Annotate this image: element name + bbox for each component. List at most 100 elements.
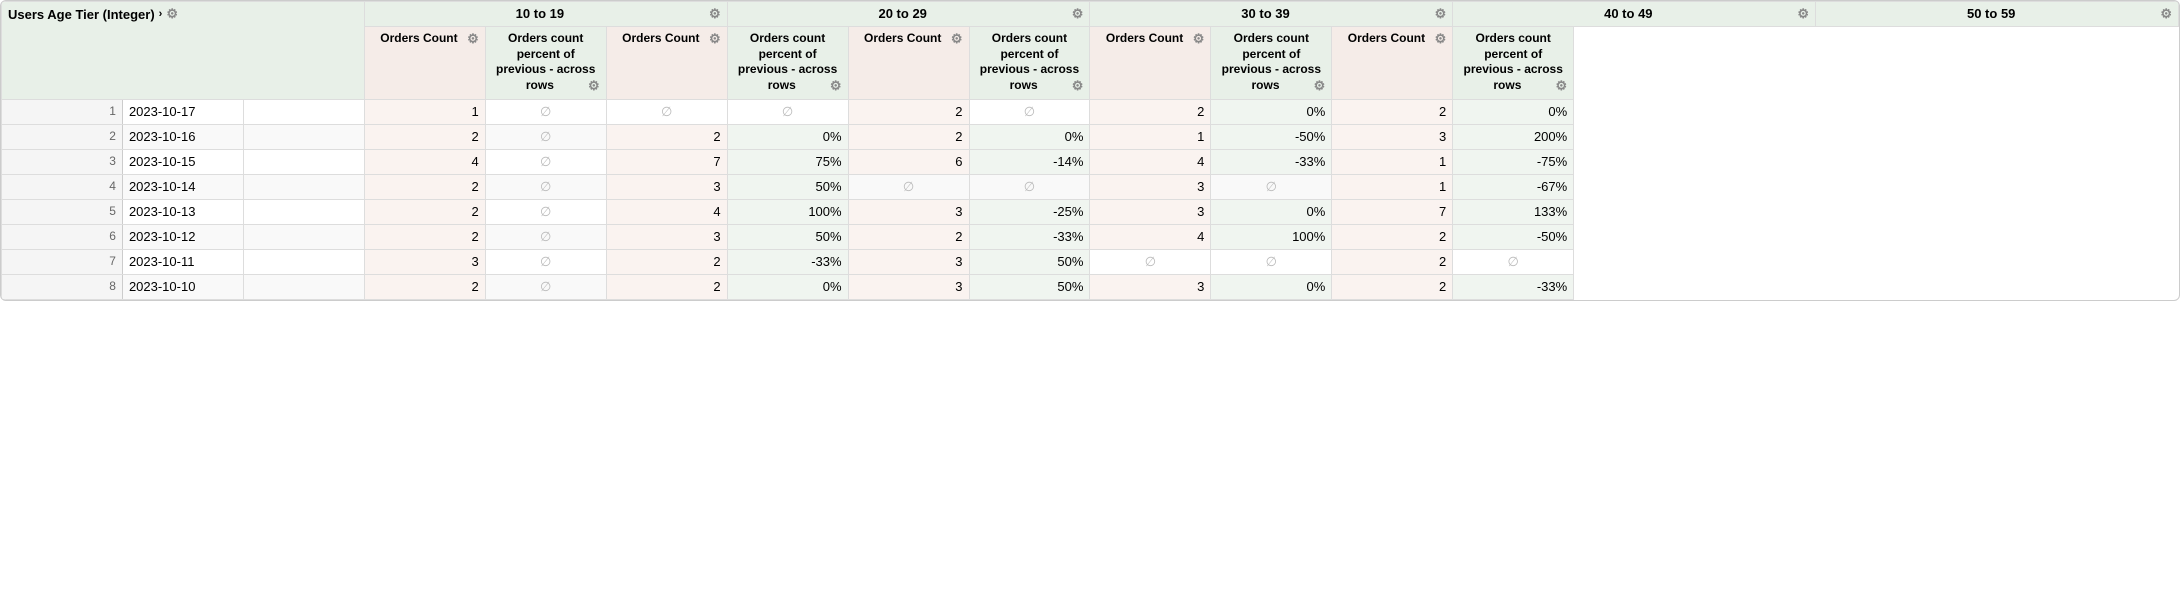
age-group-1019-gear[interactable]: ⚙ xyxy=(709,6,721,22)
age-group-2029-gear[interactable]: ⚙ xyxy=(1072,6,1084,22)
g3-count: 2 xyxy=(848,124,969,149)
g3-pct: ∅ xyxy=(969,174,1090,199)
age-group-4049-label: 40 to 49 xyxy=(1604,6,1652,21)
table-row: 82023-10-102∅20%350%30%2-33% xyxy=(2,274,2179,299)
col-g4-orders-count: Orders Count ⚙ xyxy=(1090,27,1211,100)
g2-pct: ∅ xyxy=(727,99,848,124)
g1-count: 2 xyxy=(364,199,485,224)
g3-pct: -14% xyxy=(969,149,1090,174)
row-date: 2023-10-15 xyxy=(122,149,243,174)
col-g5-count-gear[interactable]: ⚙ xyxy=(1435,31,1447,48)
col-g4-pct-gear[interactable]: ⚙ xyxy=(1314,78,1326,95)
age-group-4049: 40 to 49 ⚙ xyxy=(1453,2,1816,27)
age-group-3039: 30 to 39 ⚙ xyxy=(1090,2,1453,27)
col-g1-pct-gear[interactable]: ⚙ xyxy=(588,78,600,95)
col-g3-pct: Orders count percent of previous - acros… xyxy=(969,27,1090,100)
row-date: 2023-10-10 xyxy=(122,274,243,299)
col-g2-pct: Orders count percent of previous - acros… xyxy=(727,27,848,100)
g4-pct: 0% xyxy=(1211,99,1332,124)
row-date: 2023-10-14 xyxy=(122,174,243,199)
g5-pct: 200% xyxy=(1453,124,1574,149)
g5-pct: 133% xyxy=(1453,199,1574,224)
g3-count: ∅ xyxy=(848,174,969,199)
g2-count: 7 xyxy=(606,149,727,174)
age-group-2029: 20 to 29 ⚙ xyxy=(727,2,1090,27)
col-g3-count-gear[interactable]: ⚙ xyxy=(951,31,963,48)
age-group-4049-gear[interactable]: ⚙ xyxy=(1797,6,1809,22)
col-g2-pct-gear[interactable]: ⚙ xyxy=(830,78,842,95)
g4-count: 4 xyxy=(1090,149,1211,174)
g3-pct: 50% xyxy=(969,274,1090,299)
g5-count: 2 xyxy=(1332,224,1453,249)
corner-chevron[interactable]: › xyxy=(159,8,163,20)
g1-count: 1 xyxy=(364,99,485,124)
g3-count: 6 xyxy=(848,149,969,174)
age-group-5059-gear[interactable]: ⚙ xyxy=(2160,6,2172,22)
row-date: 2023-10-16 xyxy=(122,124,243,149)
age-group-2029-label: 20 to 29 xyxy=(878,6,926,21)
g4-pct: ∅ xyxy=(1211,174,1332,199)
g2-count: 4 xyxy=(606,199,727,224)
g4-pct: -33% xyxy=(1211,149,1332,174)
g2-pct: 50% xyxy=(727,174,848,199)
g5-pct: 0% xyxy=(1453,99,1574,124)
g5-count: 2 xyxy=(1332,99,1453,124)
corner-gear-icon[interactable]: ⚙ xyxy=(166,6,178,22)
g5-pct: -50% xyxy=(1453,224,1574,249)
row-number: 4 xyxy=(2,174,123,199)
col-g5-pct-gear[interactable]: ⚙ xyxy=(1556,78,1568,95)
col-g1-count-gear[interactable]: ⚙ xyxy=(467,31,479,48)
g4-count: 3 xyxy=(1090,274,1211,299)
corner-header: Users Age Tier (Integer) › ⚙ xyxy=(2,2,365,100)
g2-pct: 0% xyxy=(727,124,848,149)
g5-pct: -75% xyxy=(1453,149,1574,174)
table-row: 62023-10-122∅350%2-33%4100%2-50% xyxy=(2,224,2179,249)
row-number: 1 xyxy=(2,99,123,124)
table-row: 12023-10-171∅∅∅2∅20%20% xyxy=(2,99,2179,124)
col-g3-orders-count: Orders Count ⚙ xyxy=(848,27,969,100)
table-row: 52023-10-132∅4100%3-25%30%7133% xyxy=(2,199,2179,224)
g2-count: 2 xyxy=(606,124,727,149)
g2-pct: 75% xyxy=(727,149,848,174)
age-group-5059-label: 50 to 59 xyxy=(1967,6,2015,21)
g3-count: 3 xyxy=(848,249,969,274)
col-g5-orders-count: Orders Count ⚙ xyxy=(1332,27,1453,100)
date-gear xyxy=(243,199,364,224)
g1-count: 2 xyxy=(364,274,485,299)
g4-pct: 0% xyxy=(1211,199,1332,224)
col-g4-count-gear[interactable]: ⚙ xyxy=(1193,31,1205,48)
col-g1-orders-count: Orders Count ⚙ xyxy=(364,27,485,100)
g2-pct: -33% xyxy=(727,249,848,274)
g3-pct: 50% xyxy=(969,249,1090,274)
g1-pct: ∅ xyxy=(485,174,606,199)
col-g2-count-gear[interactable]: ⚙ xyxy=(709,31,721,48)
g3-pct: ∅ xyxy=(969,99,1090,124)
age-group-3039-label: 30 to 39 xyxy=(1241,6,1289,21)
date-gear xyxy=(243,149,364,174)
row-number: 3 xyxy=(2,149,123,174)
row-date: 2023-10-13 xyxy=(122,199,243,224)
g3-pct: -33% xyxy=(969,224,1090,249)
g3-count: 3 xyxy=(848,274,969,299)
g3-count: 3 xyxy=(848,199,969,224)
table-row: 32023-10-154∅775%6-14%4-33%1-75% xyxy=(2,149,2179,174)
g4-count: 1 xyxy=(1090,124,1211,149)
age-group-3039-gear[interactable]: ⚙ xyxy=(1435,6,1447,22)
g5-count: 1 xyxy=(1332,149,1453,174)
table-row: 42023-10-142∅350%∅∅3∅1-67% xyxy=(2,174,2179,199)
col-g1-pct: Orders count percent of previous - acros… xyxy=(485,27,606,100)
row-date: 2023-10-12 xyxy=(122,224,243,249)
g1-count: 2 xyxy=(364,174,485,199)
col-g3-pct-gear[interactable]: ⚙ xyxy=(1072,78,1084,95)
age-group-1019: 10 to 19 ⚙ xyxy=(364,2,727,27)
g1-pct: ∅ xyxy=(485,224,606,249)
g4-pct: ∅ xyxy=(1211,249,1332,274)
corner-title: Users Age Tier (Integer) xyxy=(8,7,155,22)
date-gear xyxy=(243,274,364,299)
g1-pct: ∅ xyxy=(485,249,606,274)
g3-count: 2 xyxy=(848,224,969,249)
row-number: 5 xyxy=(2,199,123,224)
g3-pct: 0% xyxy=(969,124,1090,149)
g5-pct: ∅ xyxy=(1453,249,1574,274)
g2-count: 2 xyxy=(606,249,727,274)
